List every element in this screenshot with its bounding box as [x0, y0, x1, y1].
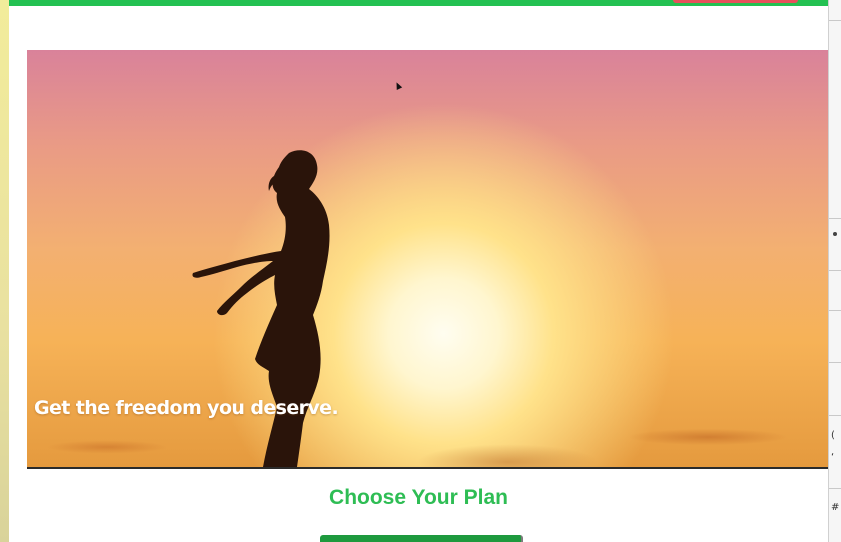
- panel-divider: [829, 415, 841, 416]
- hero-caption: Get the freedom you deserve.: [34, 397, 339, 419]
- web-page: Get the freedom you deserve. Choose Your…: [9, 0, 828, 542]
- panel-glyph-icon: (: [831, 430, 835, 441]
- panel-divider: [829, 362, 841, 363]
- choose-plan-heading: Choose Your Plan: [329, 486, 508, 509]
- panel-divider: [829, 310, 841, 311]
- panel-dot-icon: [833, 232, 837, 236]
- panel-divider: [829, 20, 841, 21]
- panel-divider: [829, 270, 841, 271]
- hero-banner: Get the freedom you deserve.: [27, 50, 828, 469]
- plan-button[interactable]: [320, 535, 523, 542]
- adjacent-window-edge: ( ‘ #: [828, 0, 841, 542]
- header-action-button[interactable]: [673, 0, 798, 3]
- panel-glyph-icon: #: [831, 502, 840, 513]
- panel-divider: [829, 218, 841, 219]
- mouse-cursor-icon: [393, 81, 403, 90]
- panel-divider: [829, 488, 841, 489]
- panel-glyph-icon: ‘: [831, 452, 835, 463]
